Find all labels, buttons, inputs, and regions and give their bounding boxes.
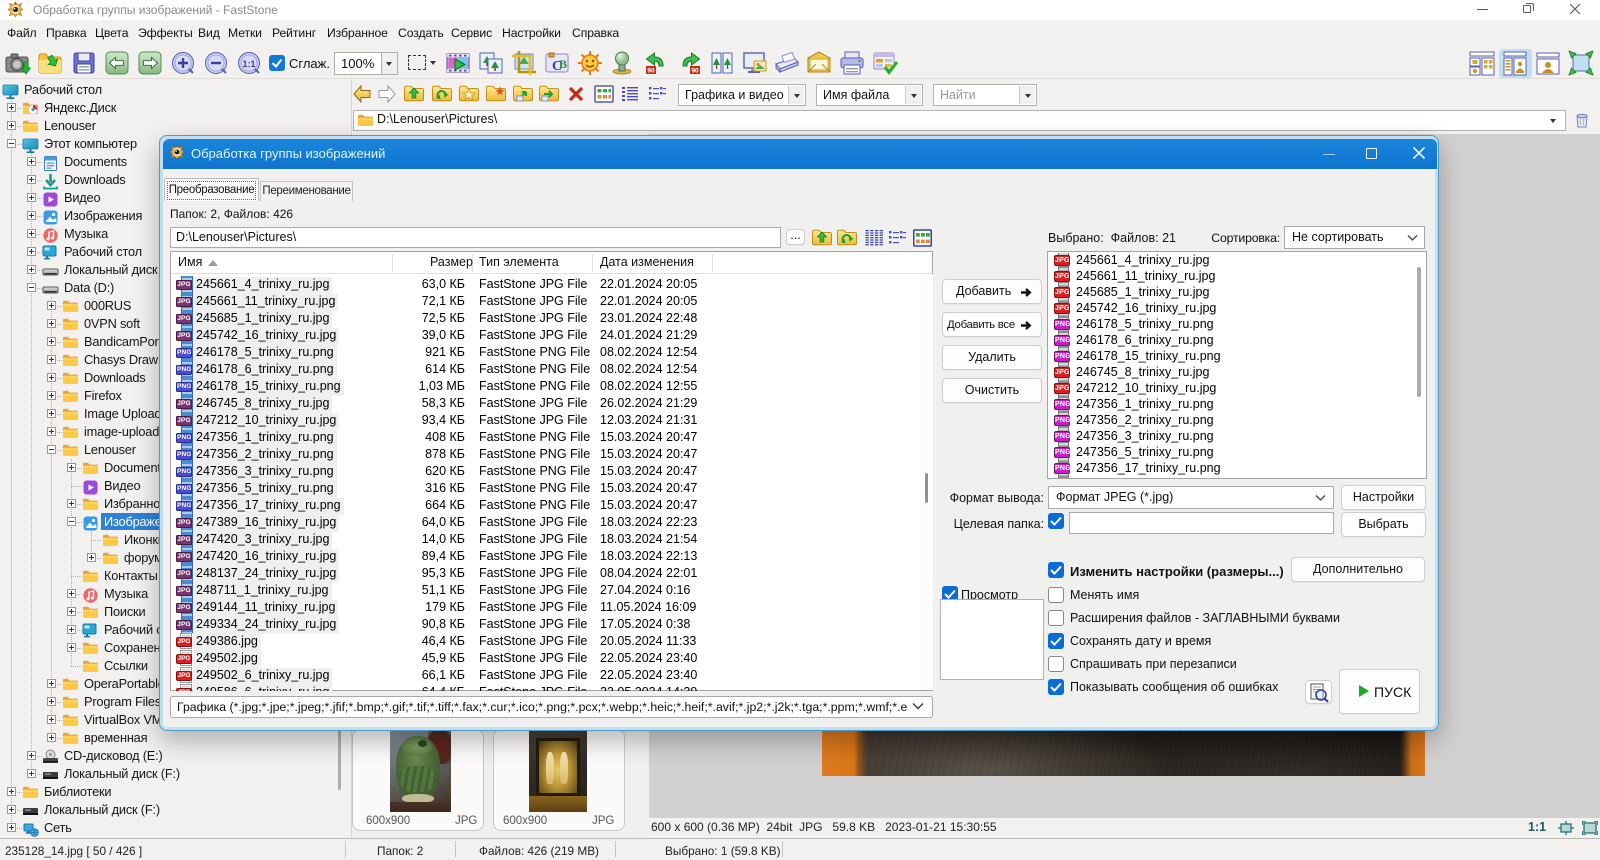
svg-text:90: 90 — [647, 68, 655, 75]
svg-text:B: B — [559, 57, 567, 71]
svg-text:90: 90 — [691, 68, 699, 75]
svg-text:1:1: 1:1 — [242, 59, 255, 69]
